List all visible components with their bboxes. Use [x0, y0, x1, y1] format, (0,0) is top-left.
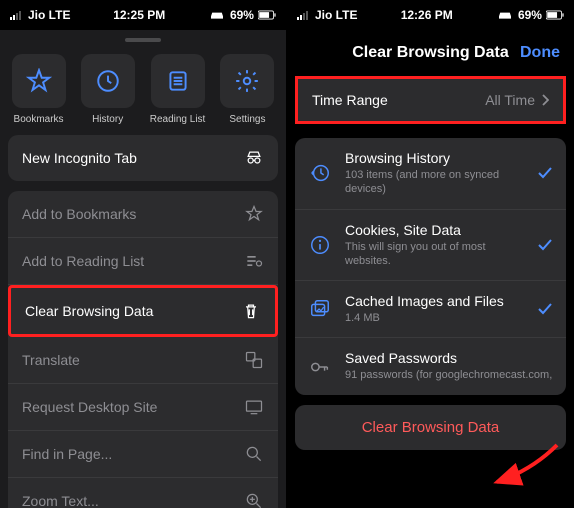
gear-icon: [234, 68, 260, 94]
right-screenshot: Jio LTE 12:26 PM 69% Clear Browsing Data…: [287, 0, 574, 508]
menu-request-desktop[interactable]: Request Desktop Site: [8, 384, 278, 431]
item-sub: This will sign you out of most websites.: [345, 240, 524, 269]
item-cookies[interactable]: Cookies, Site Data This will sign you ou…: [295, 210, 566, 282]
time-range-label: Time Range: [312, 92, 388, 108]
action-label: Bookmarks: [14, 114, 64, 125]
item-sub: 91 passwords (for googlechromecast.com,: [345, 368, 554, 382]
signal-icon: [297, 10, 311, 20]
action-history[interactable]: History: [81, 54, 135, 125]
action-row: Bookmarks History Reading List Settings: [0, 46, 286, 135]
row-label: New Incognito Tab: [22, 150, 137, 166]
history-icon: [309, 162, 331, 184]
item-sub: 103 items (and more on synced devices): [345, 168, 524, 197]
incognito-panel: New Incognito Tab: [8, 135, 278, 181]
status-bar: Jio LTE 12:25 PM 69%: [0, 0, 286, 30]
row-label: Add to Bookmarks: [22, 206, 136, 222]
item-title: Cached Images and Files: [345, 293, 524, 309]
menu-find-in-page[interactable]: Find in Page...: [8, 431, 278, 478]
menu-panel: Add to Bookmarks Add to Reading List Cle…: [8, 191, 278, 508]
battery-text: 69%: [518, 8, 542, 22]
desktop-icon: [244, 397, 264, 417]
item-title: Cookies, Site Data: [345, 222, 524, 238]
time-range-value: All Time: [485, 92, 535, 108]
action-reading-list[interactable]: Reading List: [150, 54, 206, 125]
check-icon: [536, 164, 554, 182]
check-icon: [536, 236, 554, 254]
menu-clear-browsing-data[interactable]: Clear Browsing Data: [8, 285, 278, 337]
drag-handle[interactable]: [125, 38, 161, 42]
status-time: 12:25 PM: [113, 8, 165, 22]
battery-icon: [546, 9, 564, 21]
left-screenshot: Jio LTE 12:25 PM 69% Bookmarks History R…: [0, 0, 287, 508]
menu-add-reading-list[interactable]: Add to Reading List: [8, 238, 278, 285]
action-label: History: [92, 114, 123, 125]
item-sub: 1.4 MB: [345, 311, 524, 325]
row-label: Find in Page...: [22, 446, 112, 462]
action-label: Reading List: [150, 114, 206, 125]
action-bookmarks[interactable]: Bookmarks: [12, 54, 66, 125]
reading-list-icon: [244, 251, 264, 271]
carrier-text: Jio LTE: [28, 8, 70, 22]
clear-browsing-data-button[interactable]: Clear Browsing Data: [295, 405, 566, 450]
row-label: Zoom Text...: [22, 493, 99, 508]
info-icon: [309, 234, 331, 256]
row-label: Request Desktop Site: [22, 399, 157, 415]
signal-icon: [10, 10, 24, 20]
incognito-icon: [244, 148, 264, 168]
carrier-text: Jio LTE: [315, 8, 357, 22]
check-icon: [536, 300, 554, 318]
sheet-header: Clear Browsing Data Done: [287, 30, 574, 76]
row-label: Clear Browsing Data: [25, 303, 153, 319]
zoom-icon: [244, 491, 264, 508]
status-bar: Jio LTE 12:26 PM 69%: [287, 0, 574, 30]
search-icon: [244, 444, 264, 464]
chevron-right-icon: [541, 94, 549, 106]
done-button[interactable]: Done: [520, 44, 560, 62]
item-browsing-history[interactable]: Browsing History 103 items (and more on …: [295, 138, 566, 210]
status-time: 12:26 PM: [401, 8, 453, 22]
key-icon: [309, 356, 331, 378]
action-label: Settings: [229, 114, 265, 125]
list-icon: [165, 68, 191, 94]
page-title: Clear Browsing Data: [352, 44, 508, 62]
history-icon: [95, 68, 121, 94]
menu-add-bookmarks[interactable]: Add to Bookmarks: [8, 191, 278, 238]
row-label: Translate: [22, 352, 80, 368]
images-icon: [309, 298, 331, 320]
time-range-row[interactable]: Time Range All Time: [295, 76, 566, 124]
data-panel: Browsing History 103 items (and more on …: [295, 138, 566, 395]
menu-translate[interactable]: Translate: [8, 337, 278, 384]
car-icon: [496, 9, 514, 21]
item-title: Browsing History: [345, 150, 524, 166]
item-cached-images[interactable]: Cached Images and Files 1.4 MB: [295, 281, 566, 338]
star-icon: [26, 68, 52, 94]
item-saved-passwords[interactable]: Saved Passwords 91 passwords (for google…: [295, 338, 566, 394]
item-title: Saved Passwords: [345, 350, 554, 366]
battery-text: 69%: [230, 8, 254, 22]
trash-icon: [241, 301, 261, 321]
action-settings[interactable]: Settings: [220, 54, 274, 125]
translate-icon: [244, 350, 264, 370]
new-incognito-tab[interactable]: New Incognito Tab: [8, 135, 278, 181]
star-outline-icon: [244, 204, 264, 224]
car-icon: [208, 9, 226, 21]
battery-icon: [258, 9, 276, 21]
menu-zoom-text[interactable]: Zoom Text...: [8, 478, 278, 508]
row-label: Add to Reading List: [22, 253, 144, 269]
